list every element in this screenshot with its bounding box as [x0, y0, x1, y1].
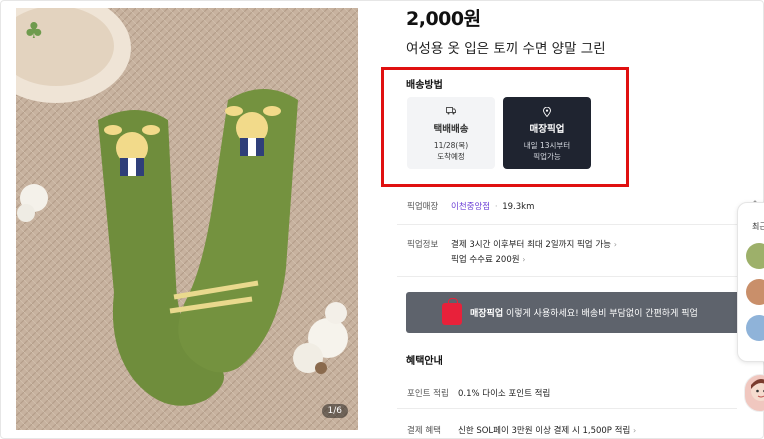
pickup-info-label: 픽업정보 — [407, 240, 439, 250]
product-title: 여성용 옷 입은 토끼 수면 양말 그린 — [406, 41, 606, 57]
banner-text: 이렇게 사용하세요! 배송비 부담없이 간편하게 픽업 — [503, 309, 698, 319]
store-distance: 19.3km — [502, 202, 535, 212]
recent-item-thumbnail[interactable] — [746, 279, 764, 305]
pickup-option-name: 매장픽업 — [529, 124, 565, 135]
benefit-value-points: 0.1% 다이소 포인트 적립 — [458, 389, 551, 399]
pickup-option-card[interactable]: 매장픽업 내일 13시부터 픽업가능 — [503, 97, 591, 169]
pickup-fee-text: 픽업 수수료 200원 — [451, 255, 520, 265]
delivery-status: 도착예정 — [437, 152, 465, 161]
pickup-store-link[interactable]: 이천중앙점 — [451, 202, 490, 212]
divider — [397, 276, 737, 277]
pickup-store-label: 픽업매장 — [407, 202, 439, 212]
pickup-time: 내일 13시부터 — [523, 141, 571, 150]
pickup-status: 픽업가능 — [533, 152, 561, 161]
sock-illustration: ♣ — [16, 8, 358, 430]
svg-text:♣: ♣ — [24, 19, 44, 44]
chevron-right-icon: › — [613, 240, 617, 249]
benefit-value-payment-row[interactable]: 신한 SOL페이 3만원 이상 결제 시 1,500P 적립 › — [458, 424, 636, 436]
pickup-fee-row[interactable]: 픽업 수수료 200원 › — [451, 253, 525, 265]
benefit-label-points: 포인트 적립 — [407, 389, 449, 399]
truck-icon — [407, 107, 495, 119]
location-pin-icon — [503, 106, 591, 119]
pickup-guide-banner[interactable]: 매장픽업 이렇게 사용하세요! 배송비 부담없이 간편하게 픽업 — [406, 292, 750, 333]
recent-item-thumbnail[interactable] — [746, 315, 764, 341]
delivery-option-card[interactable]: 택배배송 11/28(목) 도착예정 — [407, 97, 495, 169]
product-image[interactable]: ♣ 1/6 — [16, 8, 358, 430]
recent-items-label: 최근 — [752, 222, 764, 231]
pickup-info-text: 결제 3시간 이후부터 최대 2일까지 픽업 가능 — [451, 240, 611, 250]
divider — [397, 224, 737, 225]
separator-dot: · — [494, 202, 498, 212]
chevron-right-icon: › — [522, 255, 526, 264]
benefit-label-payment: 결제 혜택 — [407, 426, 441, 436]
recent-item-thumbnail[interactable] — [746, 243, 764, 269]
shipping-method-label: 배송방법 — [406, 80, 443, 91]
shopping-bag-icon — [442, 298, 462, 325]
recent-items-panel[interactable]: 최근 — [737, 202, 764, 362]
chevron-right-icon: › — [632, 426, 637, 435]
benefits-title: 혜택안내 — [406, 356, 443, 367]
divider — [397, 408, 737, 409]
pickup-info-line1[interactable]: 결제 3시간 이후부터 최대 2일까지 픽업 가능 › — [451, 238, 617, 250]
delivery-date: 11/28(목) — [433, 141, 469, 150]
banner-bold-text: 매장픽업 — [470, 309, 504, 319]
benefit-value-payment: 신한 SOL페이 3만원 이상 결제 시 1,500P 적립 — [458, 426, 631, 436]
product-price: 2,000원 — [406, 8, 481, 30]
chatbot-avatar-button[interactable] — [744, 374, 764, 412]
image-counter: 1/6 — [321, 404, 348, 418]
delivery-option-name: 택배배송 — [433, 124, 469, 135]
pickup-store-row: 이천중앙점 · 19.3km — [451, 200, 534, 212]
